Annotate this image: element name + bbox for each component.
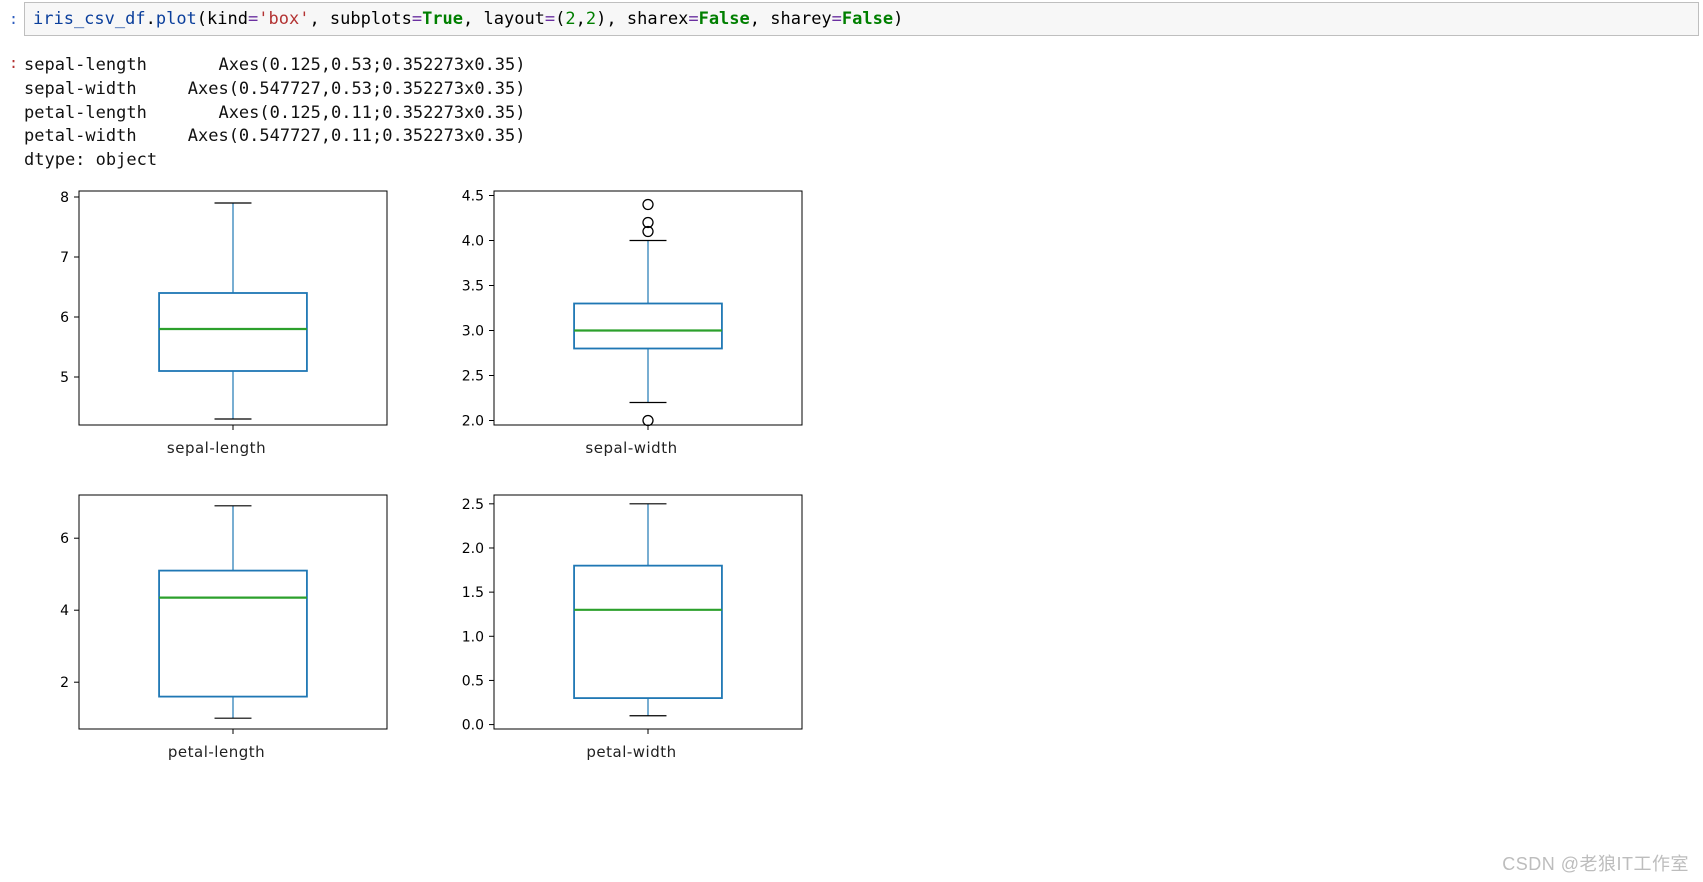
svg-text:8: 8: [60, 190, 69, 206]
svg-text:3.0: 3.0: [461, 323, 483, 339]
output-text: sepal-length Axes(0.125,0.53;0.352273x0.…: [24, 54, 1703, 173]
xaxis-label: sepal-length: [167, 439, 266, 457]
xaxis-label: petal-length: [168, 743, 265, 761]
input-prompt: :: [4, 10, 18, 28]
code-cell: : iris_csv_df.plot(kind='box', subplots=…: [4, 2, 1699, 36]
boxplot-petal-width: 0.0 0.5 1.0 1.5 2.0 2.5 petal-width: [439, 487, 824, 761]
output-area: : sepal-length Axes(0.125,0.53;0.352273x…: [24, 54, 1703, 761]
boxplot-sepal-width: 2.0 2.5 3.0 3.5 4.0 4.5 sepal-width: [439, 183, 824, 457]
boxplot-sepal-length: 5 6 7 8 sepal-length: [24, 183, 409, 457]
svg-text:2.0: 2.0: [461, 413, 483, 429]
boxplot-svg: 0.0 0.5 1.0 1.5 2.0 2.5: [452, 487, 812, 739]
svg-text:6: 6: [60, 310, 69, 326]
svg-text:0.5: 0.5: [461, 673, 483, 689]
svg-text:1.0: 1.0: [461, 629, 483, 645]
svg-text:2.5: 2.5: [461, 368, 483, 384]
watermark: CSDN @老狼IT工作室: [1502, 850, 1689, 876]
svg-text:2.5: 2.5: [461, 497, 483, 513]
boxplot-svg: 2 4 6: [37, 487, 397, 739]
boxplot-svg: 5 6 7 8: [37, 183, 397, 435]
svg-text:4.5: 4.5: [461, 188, 483, 204]
xaxis-label: petal-width: [586, 743, 676, 761]
svg-text:2: 2: [60, 675, 69, 691]
boxplot-svg: 2.0 2.5 3.0 3.5 4.0 4.5: [452, 183, 812, 435]
svg-text:1.5: 1.5: [461, 585, 483, 601]
svg-text:3.5: 3.5: [461, 278, 483, 294]
xaxis-label: sepal-width: [585, 439, 677, 457]
svg-text:2.0: 2.0: [461, 541, 483, 557]
svg-text:7: 7: [60, 250, 69, 266]
boxplot-petal-length: 2 4 6 petal-length: [24, 487, 409, 761]
svg-text:4: 4: [60, 603, 69, 619]
svg-text:5: 5: [60, 370, 69, 386]
svg-text:6: 6: [60, 531, 69, 547]
output-prompt: :: [4, 54, 18, 72]
plot-grid: 5 6 7 8 sepal-length 2.0 2.5 3.0 3.5 4.0 4.5 sepal-…: [24, 183, 824, 761]
svg-text:4.0: 4.0: [461, 233, 483, 249]
code-input[interactable]: iris_csv_df.plot(kind='box', subplots=Tr…: [24, 2, 1699, 36]
svg-text:0.0: 0.0: [461, 718, 483, 734]
